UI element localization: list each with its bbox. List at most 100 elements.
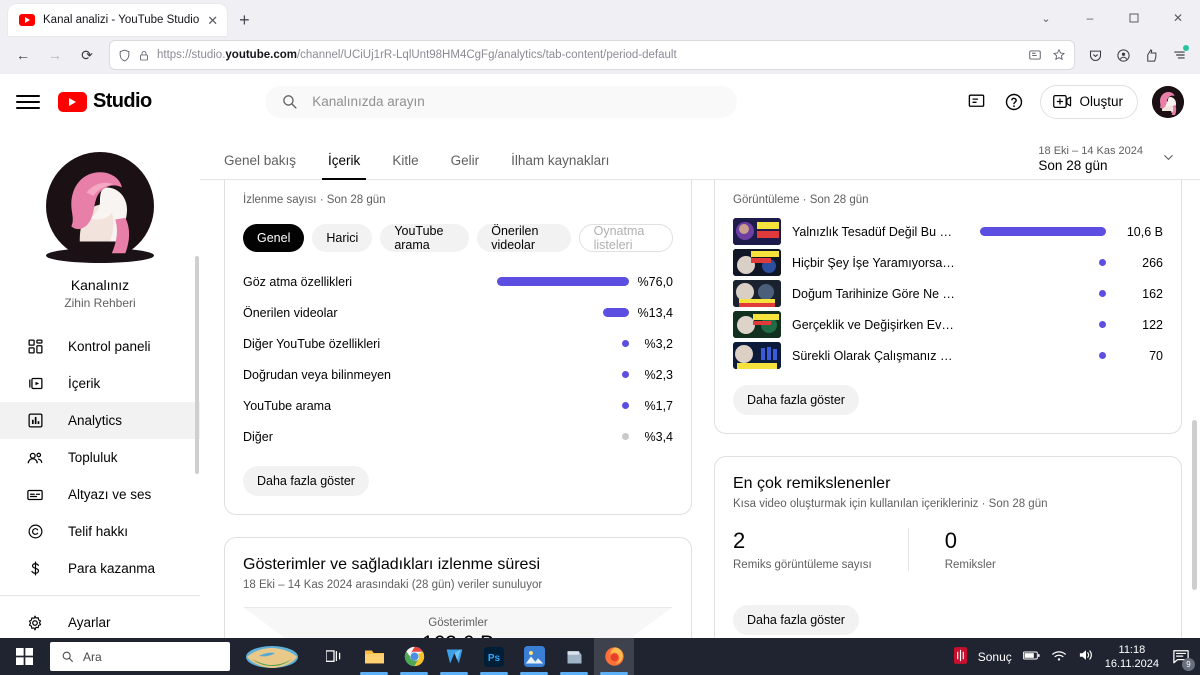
bar-fill [1099, 290, 1106, 297]
sidebar-item-content[interactable]: İçerik [0, 365, 200, 402]
traffic-source-label: YouTube arama [243, 398, 332, 413]
stat-label: Remiks görüntüleme sayısı [733, 559, 872, 571]
list-item[interactable]: Sürekli Olarak Çalışmanız Gerektiği Söyl… [733, 340, 1163, 371]
hamburger-menu-icon[interactable] [16, 90, 40, 114]
chip-youtube-arama[interactable]: YouTube arama [380, 224, 470, 252]
list-item[interactable]: Doğum Tarihinize Göre Ne Tür Bir Seçil… … [733, 278, 1163, 309]
wps-office-icon[interactable] [434, 638, 474, 675]
studio-header: Studio Oluştur [0, 74, 1200, 130]
browser-tab[interactable]: Kanal analizi - YouTube Studio ✕ [8, 4, 228, 36]
show-more-button[interactable]: Daha fazla göster [733, 605, 859, 635]
close-icon[interactable]: ✕ [207, 14, 218, 27]
help-icon[interactable] [1002, 90, 1026, 114]
battery-icon[interactable] [1022, 649, 1040, 664]
url-bar[interactable]: https://studio.youtube.com/channel/UCiUj… [110, 41, 1074, 69]
chip-genel[interactable]: Genel [243, 224, 305, 252]
stat-remix-views: 2 Remiks görüntüleme sayısı [733, 528, 908, 571]
firefox-icon[interactable] [594, 638, 634, 675]
chip-harici[interactable]: Harici [312, 224, 373, 252]
sidebar-item-label: Para kazanma [68, 561, 156, 576]
start-button[interactable] [0, 638, 48, 675]
page-scrollbar[interactable] [1192, 420, 1197, 590]
list-item[interactable]: Hiçbir Şey İşe Yaramıyorsa Evrenle İleti… [733, 247, 1163, 278]
date-range-selector[interactable]: 18 Eki – 14 Kas 2024 Son 28 gün [1038, 145, 1176, 179]
table-row[interactable]: Doğrudan veya bilinmeyen %2,3 [243, 359, 673, 390]
chip-onerilen-videolar[interactable]: Önerilen videolar [477, 224, 571, 252]
sidebar: Kanalınız Zihin Rehberi Kontrol paneli İ… [0, 130, 200, 675]
youtube-studio-logo[interactable]: Studio [58, 90, 152, 113]
photos-icon[interactable] [514, 638, 554, 675]
reload-icon[interactable]: ⟳ [72, 41, 102, 69]
tab-overview[interactable]: Genel bakış [224, 153, 312, 179]
table-row[interactable]: Diğer YouTube özellikleri %3,2 [243, 328, 673, 359]
video-title: Doğum Tarihinize Göre Ne Tür Bir Seçil… [792, 286, 955, 301]
new-tab-button[interactable]: + [239, 10, 250, 31]
minimize-button[interactable]: – [1068, 2, 1112, 34]
chrome-icon[interactable] [394, 638, 434, 675]
video-thumbnail [733, 218, 781, 245]
tab-content[interactable]: İçerik [312, 153, 376, 180]
tab-list-chevron-down-icon[interactable]: ⌄ [1024, 2, 1068, 34]
video-views: 70 [1149, 348, 1163, 363]
tab-audience[interactable]: Kitle [376, 153, 434, 179]
traffic-source-value: %1,7 [644, 398, 674, 413]
weather-widget[interactable] [230, 638, 314, 675]
table-row[interactable]: Göz atma özellikleri %76,0 [243, 266, 673, 297]
reader-icon[interactable] [1028, 48, 1042, 62]
file-explorer-icon[interactable] [354, 638, 394, 675]
wifi-icon[interactable] [1051, 649, 1067, 665]
list-item[interactable]: Gerçeklik ve Değişirken Evren Sizi Bu Şe… [733, 309, 1163, 340]
taskbar-search[interactable]: Ara [50, 642, 230, 671]
notification-center-button[interactable]: 9 [1170, 646, 1195, 671]
channel-avatar[interactable] [46, 152, 154, 263]
sidebar-scrollbar[interactable] [195, 256, 199, 474]
search-box[interactable] [265, 85, 738, 118]
funnel-stage-label: Gösterimler [428, 617, 488, 629]
sidebar-item-settings[interactable]: Ayarlar [0, 604, 200, 641]
sidebar-item-analytics[interactable]: Analytics [0, 402, 200, 439]
content-icon [24, 375, 46, 392]
sidebar-item-copyright[interactable]: Telif hakkı [0, 513, 200, 550]
table-row[interactable]: Diğer %3,4 [243, 421, 673, 452]
scanner-icon[interactable] [554, 638, 594, 675]
system-tray: Sonuç 11:18 16.11.2024 9 [953, 643, 1200, 671]
analytics-tabs: Genel bakış İçerik Kitle Gelir İlham kay… [200, 130, 1200, 180]
nba-app-icon[interactable] [953, 646, 967, 667]
table-row[interactable]: YouTube arama %1,7 [243, 390, 673, 421]
back-icon[interactable]: ← [8, 41, 38, 69]
sidebar-item-monetization[interactable]: Para kazanma [0, 550, 200, 587]
volume-icon[interactable] [1078, 648, 1094, 665]
task-view-button[interactable] [314, 638, 354, 675]
browser-chrome: Kanal analizi - YouTube Studio ✕ + ⌄ – ✕… [0, 0, 1200, 74]
avatar[interactable] [1152, 85, 1184, 118]
left-column: İzlenme sayısı · Son 28 gün Genel Harici… [224, 180, 692, 675]
show-more-button[interactable]: Daha fazla göster [733, 385, 859, 415]
sidebar-item-dashboard[interactable]: Kontrol paneli [0, 328, 200, 365]
pocket-icon[interactable] [1082, 42, 1108, 68]
create-button[interactable]: Oluştur [1040, 84, 1138, 119]
sidebar-item-community[interactable]: Topluluk [0, 439, 200, 476]
tab-inspiration[interactable]: İlham kaynakları [495, 153, 625, 179]
date-range-value: 18 Eki – 14 Kas 2024 [1038, 145, 1143, 157]
close-window-button[interactable]: ✕ [1156, 2, 1200, 34]
maximize-button[interactable] [1112, 2, 1156, 34]
channel-block[interactable]: Kanalınız Zihin Rehberi [0, 146, 200, 328]
chevron-down-icon[interactable] [1161, 150, 1176, 168]
bookmark-star-icon[interactable] [1052, 48, 1066, 62]
taskbar-clock[interactable]: 11:18 16.11.2024 [1105, 643, 1159, 671]
photoshop-icon[interactable]: Ps [474, 638, 514, 675]
sidebar-item-subtitles[interactable]: Altyazı ve ses [0, 476, 200, 513]
channel-subtitle: Zihin Rehberi [64, 296, 136, 310]
stat-value: 2 [733, 528, 746, 553]
tray-label[interactable]: Sonuç [978, 650, 1012, 664]
show-more-button[interactable]: Daha fazla göster [243, 466, 369, 496]
traffic-source-list: Göz atma özellikleri %76,0 Önerilen vide… [243, 266, 673, 452]
tab-revenue[interactable]: Gelir [435, 153, 496, 179]
extensions-icon[interactable] [1138, 42, 1164, 68]
feedback-icon[interactable] [964, 90, 988, 114]
menu-icon[interactable] [1166, 42, 1192, 68]
table-row[interactable]: Önerilen videolar %13,4 [243, 297, 673, 328]
account-icon[interactable] [1110, 42, 1136, 68]
list-item[interactable]: Yalnızlık Tesadüf Değil Bu Ruhsal Dönüş…… [733, 216, 1163, 247]
search-input[interactable] [312, 94, 722, 109]
